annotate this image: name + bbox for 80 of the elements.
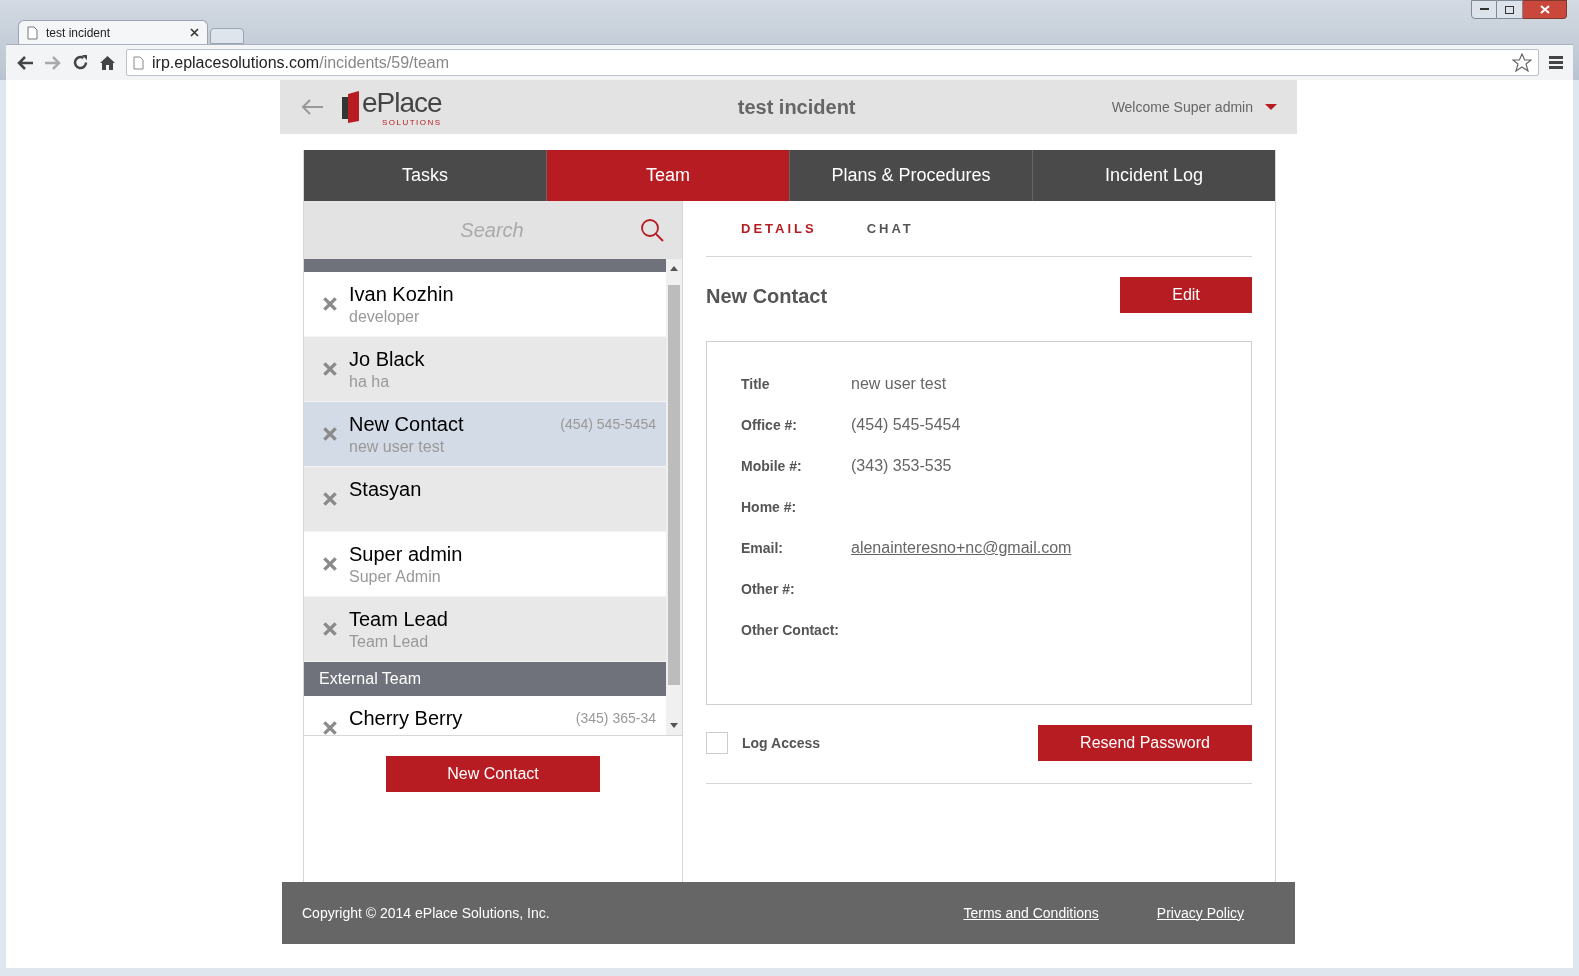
nav-tab[interactable]: Team [546, 150, 789, 201]
remove-icon[interactable] [321, 620, 339, 638]
remove-icon[interactable] [321, 555, 339, 573]
contact-role: ha ha [349, 372, 391, 392]
contact-name: Jo Black [349, 347, 425, 371]
contact-row[interactable]: New Contact new user test (454) 545-5454 [304, 402, 666, 467]
field-label: Office #: [741, 415, 798, 435]
contact-role: developer [349, 307, 421, 327]
forward-icon[interactable] [44, 54, 62, 71]
copyright-text: Copyright © 2014 ePlace Solutions, Inc. [302, 903, 551, 923]
browser-tab[interactable]: test incident [18, 20, 208, 44]
field-label: Other #: [741, 579, 796, 599]
contact-heading: New Contact [706, 284, 828, 309]
page-icon [27, 25, 38, 40]
page-icon [133, 55, 144, 70]
search-bar[interactable]: Search [304, 201, 682, 259]
field-value: (343) 353-535 [851, 456, 952, 476]
maximize-icon[interactable] [1505, 5, 1514, 14]
menu-icon[interactable] [1549, 56, 1563, 69]
resend-password-button[interactable]: Resend Password [1038, 725, 1252, 761]
field-label: Email: [741, 538, 784, 558]
email-link[interactable]: alenainteresno+nc@gmail.com [851, 536, 1072, 560]
checkbox[interactable] [706, 732, 728, 754]
field-label: Home #: [741, 497, 798, 517]
minimize-icon[interactable] [1479, 8, 1489, 11]
contact-row[interactable]: Jo Black ha ha [304, 337, 666, 402]
caret-icon [1265, 104, 1277, 110]
checkbox-label: Log Access [742, 733, 821, 753]
contact-name: Team Lead [349, 607, 448, 631]
address-bar[interactable]: irp.eplacesolutions.com/incidents/59/team [126, 49, 1539, 76]
field-label: Other Contact: [741, 620, 840, 640]
remove-icon[interactable] [321, 490, 339, 508]
user-menu[interactable]: Welcome Super admin [1111, 96, 1277, 118]
contact-name: Cherry Berry [349, 706, 463, 730]
scroll-down-icon[interactable] [670, 723, 678, 728]
reload-icon[interactable] [72, 54, 89, 71]
close-icon[interactable] [190, 28, 199, 37]
contact-phone: (345) 365-34 [575, 709, 656, 728]
back-icon[interactable] [16, 54, 34, 71]
contact-name: Ivan Kozhin [349, 282, 454, 306]
contact-row[interactable]: Team Lead Team Lead [304, 597, 666, 662]
contact-role: new user test [349, 437, 446, 457]
new-contact-button[interactable]: New Contact [386, 756, 600, 792]
new-tab-button[interactable] [210, 28, 244, 44]
logo-mark-icon [342, 91, 360, 123]
remove-icon[interactable] [321, 719, 339, 735]
nav-tab[interactable]: Incident Log [1032, 150, 1275, 201]
contact-name: Super admin [349, 542, 463, 566]
logo-subtitle: SOLUTIONS [381, 117, 442, 127]
contact-row[interactable]: Stasyan [304, 467, 666, 532]
search-icon[interactable] [640, 218, 664, 242]
contact-name: Stasyan [349, 477, 422, 501]
field-value: (454) 545-5454 [851, 415, 961, 435]
logo-text: ePlace [362, 87, 442, 118]
search-field[interactable]: Search [304, 215, 640, 245]
scrollbar[interactable] [666, 259, 682, 735]
footer-link[interactable]: Privacy Policy [1156, 902, 1244, 924]
star-icon[interactable] [1512, 53, 1532, 72]
nav-tab[interactable]: Tasks [304, 150, 546, 201]
details-tab[interactable]: CHAT [866, 218, 914, 239]
field-label: Title [741, 374, 771, 394]
scroll-up-icon[interactable] [670, 266, 678, 271]
contact-phone: (454) 545-5454 [560, 415, 656, 434]
back-arrow-icon[interactable] [300, 98, 324, 116]
footer-link[interactable]: Terms and Conditions [963, 902, 1099, 924]
page-title: test incident [736, 95, 857, 120]
field-label: Mobile #: [741, 456, 803, 476]
scroll-thumb[interactable] [668, 285, 680, 685]
remove-icon[interactable] [321, 360, 339, 378]
field-value: new user test [851, 374, 947, 394]
home-icon[interactable] [99, 54, 116, 71]
section-header: External Team [304, 662, 666, 696]
contact-role: Super Admin [349, 567, 442, 587]
edit-button[interactable]: Edit [1120, 277, 1252, 313]
details-tab[interactable]: DETAILS [741, 218, 817, 239]
remove-icon[interactable] [321, 295, 339, 313]
remove-icon[interactable] [321, 425, 339, 443]
contact-role: Team Lead [349, 632, 430, 652]
nav-tab[interactable]: Plans & Procedures [789, 150, 1032, 201]
contact-name: New Contact [349, 412, 464, 436]
